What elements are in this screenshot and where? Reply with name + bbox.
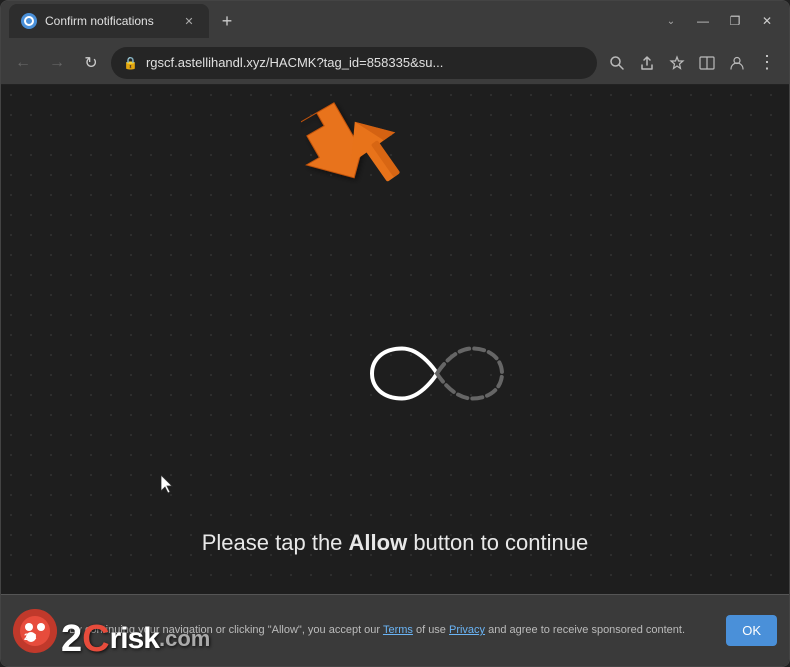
address-input[interactable]: 🔒 rgscf.astellihandl.xyz/HACMK?tag_id=85… — [111, 47, 597, 79]
notif-terms-link[interactable]: Terms — [383, 624, 413, 636]
cursor-icon — [161, 475, 175, 495]
chevron-button[interactable]: ⌄ — [657, 7, 685, 35]
split-view-icon — [699, 55, 715, 71]
notif-privacy-link[interactable]: Privacy — [449, 624, 485, 636]
notification-logo: 2 C — [13, 609, 57, 653]
main-text-after: button to continue — [407, 530, 588, 555]
mouse-cursor — [161, 475, 173, 493]
infinity-symbol — [367, 338, 507, 408]
browser-window: Confirm notifications ✕ + ⌄ — ❐ ✕ ← → ↻ … — [0, 0, 790, 667]
close-button[interactable]: ✕ — [753, 7, 781, 35]
arrow-overlay — [331, 105, 421, 205]
title-bar: Confirm notifications ✕ + ⌄ — ❐ ✕ — [1, 1, 789, 41]
window-controls: ⌄ — ❐ ✕ — [657, 7, 781, 35]
tab-favicon — [21, 13, 37, 29]
menu-button[interactable]: ⋮ — [753, 49, 781, 77]
address-actions: ⋮ — [603, 49, 781, 77]
search-icon — [609, 55, 625, 71]
favicon-circle — [24, 16, 34, 26]
notif-text-before: By continuing your navigation or clickin… — [69, 624, 383, 636]
tab-title: Confirm notifications — [45, 14, 173, 28]
loader-container — [367, 338, 507, 413]
main-instruction-text: Please tap the Allow button to continue — [1, 530, 789, 556]
lock-icon: 🔒 — [123, 56, 138, 70]
maximize-button[interactable]: ❐ — [721, 7, 749, 35]
share-icon — [639, 55, 655, 71]
tab-close-button[interactable]: ✕ — [181, 13, 197, 29]
logo-svg: 2 C — [13, 609, 57, 653]
notification-text: By continuing your navigation or clickin… — [69, 622, 714, 639]
ok-button[interactable]: OK — [726, 615, 777, 646]
forward-button[interactable]: → — [43, 49, 71, 77]
main-text-before: Please tap the — [202, 530, 349, 555]
notif-text-middle: of use — [413, 624, 449, 636]
active-tab[interactable]: Confirm notifications ✕ — [9, 4, 209, 38]
address-bar: ← → ↻ 🔒 rgscf.astellihandl.xyz/HACMK?tag… — [1, 41, 789, 85]
svg-text:2: 2 — [24, 632, 29, 642]
notif-text-end: and agree to receive sponsored content. — [485, 624, 685, 636]
orange-arrow-icon — [331, 105, 421, 200]
back-button[interactable]: ← — [9, 49, 37, 77]
bookmark-star-icon — [669, 55, 685, 71]
split-view-button[interactable] — [693, 49, 721, 77]
profile-button[interactable] — [723, 49, 751, 77]
reload-button[interactable]: ↻ — [77, 49, 105, 77]
search-icon-button[interactable] — [603, 49, 631, 77]
page-content: Please tap the Allow button to continue … — [1, 85, 789, 666]
url-text: rgscf.astellihandl.xyz/HACMK?tag_id=8583… — [146, 55, 585, 70]
svg-text:C: C — [30, 632, 37, 642]
new-tab-button[interactable]: + — [213, 7, 241, 35]
main-text-allow: Allow — [349, 530, 408, 555]
minimize-button[interactable]: — — [689, 7, 717, 35]
bookmark-icon-button[interactable] — [663, 49, 691, 77]
notification-bar: 2 C By continuing your navigation or cli… — [1, 594, 789, 666]
tab-area: Confirm notifications ✕ + — [9, 4, 657, 38]
share-icon-button[interactable] — [633, 49, 661, 77]
profile-icon — [729, 55, 745, 71]
